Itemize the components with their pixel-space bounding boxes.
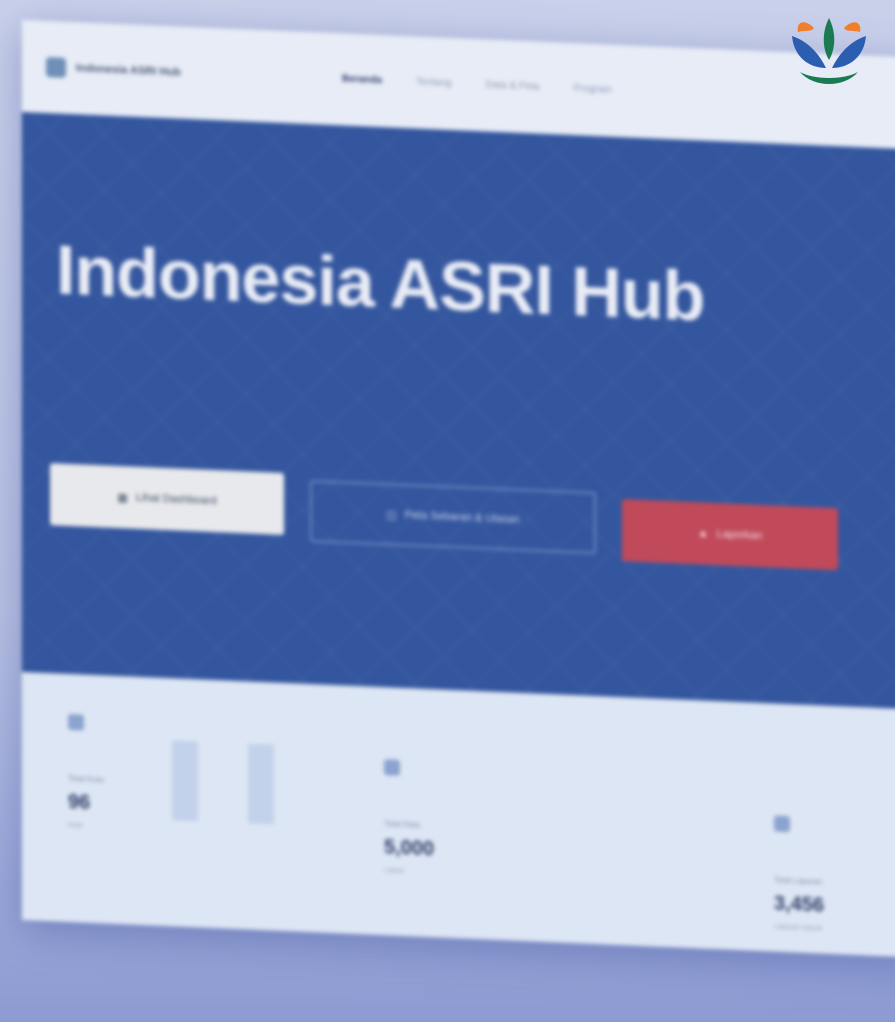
decorative-bar bbox=[248, 743, 274, 825]
decorative-bar bbox=[172, 740, 198, 822]
stat-card-data: Total Data 5,000 Lokasi bbox=[384, 759, 434, 876]
logo-base bbox=[800, 72, 858, 84]
nav-link-about[interactable]: Tentang bbox=[416, 77, 452, 89]
logo-left-petal bbox=[792, 36, 826, 68]
hero-title: Indonesia ASRI Hub bbox=[56, 230, 705, 336]
stats-section: Total Kota 96 Kota Total Data 5,000 Loka… bbox=[22, 672, 895, 958]
brand[interactable]: Indonesia ASRI Hub bbox=[46, 57, 181, 83]
stat-card-reports: Total Laporan 3,456 Laporan masuk bbox=[774, 815, 825, 933]
stat-sub: Kota bbox=[68, 821, 83, 830]
logo-leaf-left bbox=[797, 22, 814, 32]
nav-link-home[interactable]: Beranda bbox=[342, 73, 382, 86]
logo-center-petal bbox=[823, 18, 835, 60]
stat-label: Total Laporan bbox=[774, 875, 823, 887]
map-button-label: Peta Sebaran & Ulasan bbox=[404, 509, 520, 526]
stat-sub: Lokasi bbox=[384, 867, 405, 876]
dashboard-icon: ▦ bbox=[117, 491, 128, 504]
upload-icon: ▲ bbox=[697, 527, 709, 540]
map-button[interactable]: ◫ Peta Sebaran & Ulasan bbox=[310, 480, 596, 555]
brand-icon bbox=[46, 57, 66, 78]
dashboard-button-label: Lihat Dashboard bbox=[135, 491, 217, 508]
logo-leaf-right bbox=[844, 22, 861, 32]
nav-link-program[interactable]: Program bbox=[574, 83, 612, 96]
report-button-label: Laporkan bbox=[716, 528, 763, 543]
stat-value: 96 bbox=[68, 790, 91, 814]
hero-section: Indonesia ASRI Hub ▦ Lihat Dashboard ◫ P… bbox=[22, 112, 895, 710]
report-icon bbox=[774, 815, 790, 833]
logo-right-petal bbox=[832, 36, 866, 68]
dashboard-button[interactable]: ▦ Lihat Dashboard bbox=[50, 463, 284, 535]
city-icon bbox=[68, 713, 84, 731]
stat-card-cities: Total Kota 96 Kota bbox=[68, 713, 104, 830]
decorative-bars bbox=[172, 740, 274, 825]
data-icon bbox=[384, 759, 400, 776]
stat-label: Total Data bbox=[384, 819, 421, 830]
stat-sub: Laporan masuk bbox=[774, 923, 823, 933]
lotus-logo bbox=[792, 18, 866, 84]
brand-text: Indonesia ASRI Hub bbox=[76, 62, 181, 79]
stat-label: Total Kota bbox=[68, 773, 104, 785]
nav-link-data-map[interactable]: Data & Peta bbox=[486, 79, 540, 92]
browser-screen: Indonesia ASRI Hub Beranda Tentang Data … bbox=[22, 20, 895, 958]
stat-value: 3,456 bbox=[774, 892, 825, 917]
stat-value: 5,000 bbox=[384, 836, 435, 861]
nav-links: Beranda Tentang Data & Peta Program bbox=[342, 73, 612, 95]
map-icon: ◫ bbox=[386, 508, 397, 522]
report-button[interactable]: ▲ Laporkan bbox=[622, 499, 838, 571]
